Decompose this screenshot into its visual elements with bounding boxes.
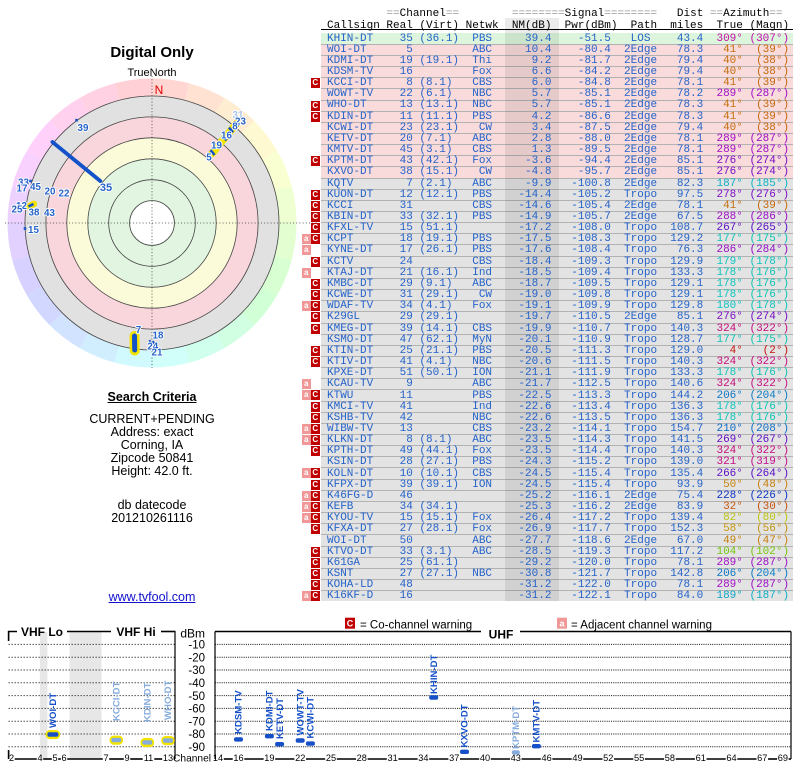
svg-text:-70: -70 [188,716,205,728]
svg-text:13: 13 [163,753,173,763]
svg-text:61: 61 [696,753,706,763]
svg-text:-50: -50 [188,691,205,703]
svg-text:64: 64 [726,753,736,763]
svg-text:31: 31 [387,753,397,763]
svg-text:25: 25 [326,753,336,763]
svg-text:WOI-DT: WOI-DT [48,693,59,728]
svg-text:14: 14 [213,753,223,763]
svg-text:KMTV-DT: KMTV-DT [532,700,543,743]
svg-text:16: 16 [233,753,243,763]
svg-text:VHF Hi: VHF Hi [116,625,155,639]
svg-text:6: 6 [61,753,66,763]
svg-text:40: 40 [480,753,490,763]
svg-text:KDIN-DT: KDIN-DT [143,682,154,722]
svg-text:55: 55 [634,753,644,763]
svg-text:52: 52 [603,753,613,763]
svg-text:-60: -60 [188,704,205,716]
svg-text:KETV-DT: KETV-DT [275,698,286,739]
svg-text:69: 69 [778,753,788,763]
svg-text:-80: -80 [188,729,205,741]
svg-text:22: 22 [295,753,305,763]
svg-text:KXVO-DT: KXVO-DT [460,704,471,747]
svg-text:46: 46 [541,753,551,763]
svg-text:9: 9 [124,753,129,763]
svg-text:KPTM-DT: KPTM-DT [511,706,522,749]
svg-text:34: 34 [418,753,428,763]
svg-text:37: 37 [449,753,459,763]
svg-text:KCCI-DT: KCCI-DT [112,681,123,721]
svg-text:5: 5 [52,753,57,763]
svg-text:49: 49 [572,753,582,763]
svg-text:KHIN-DT: KHIN-DT [429,654,440,694]
svg-text:-20: -20 [188,652,205,664]
svg-text:4: 4 [37,753,42,763]
svg-text:dBm: dBm [180,627,205,641]
svg-text:WHO-DT: WHO-DT [163,680,174,720]
svg-text:KDSM-TV: KDSM-TV [234,690,245,734]
svg-text:KCWI-DT: KCWI-DT [306,697,317,739]
svg-text:= Co-channel warning: = Co-channel warning [360,620,472,632]
svg-text:-30: -30 [188,665,205,677]
svg-text:= Adjacent channel warning: = Adjacent channel warning [571,620,712,632]
svg-text:2: 2 [9,753,14,763]
svg-text:-10: -10 [188,640,205,652]
svg-text:7: 7 [103,753,108,763]
svg-text:28: 28 [357,753,367,763]
svg-text:58: 58 [665,753,675,763]
svg-text:11: 11 [144,753,154,763]
svg-text:VHF Lo: VHF Lo [21,625,63,639]
svg-text:C: C [347,619,354,629]
svg-text:Channel: Channel [173,753,211,764]
svg-text:19: 19 [264,753,274,763]
svg-text:-40: -40 [188,678,205,690]
svg-text:67: 67 [757,753,767,763]
svg-text:UHF: UHF [489,628,514,642]
svg-text:-90: -90 [188,742,205,754]
